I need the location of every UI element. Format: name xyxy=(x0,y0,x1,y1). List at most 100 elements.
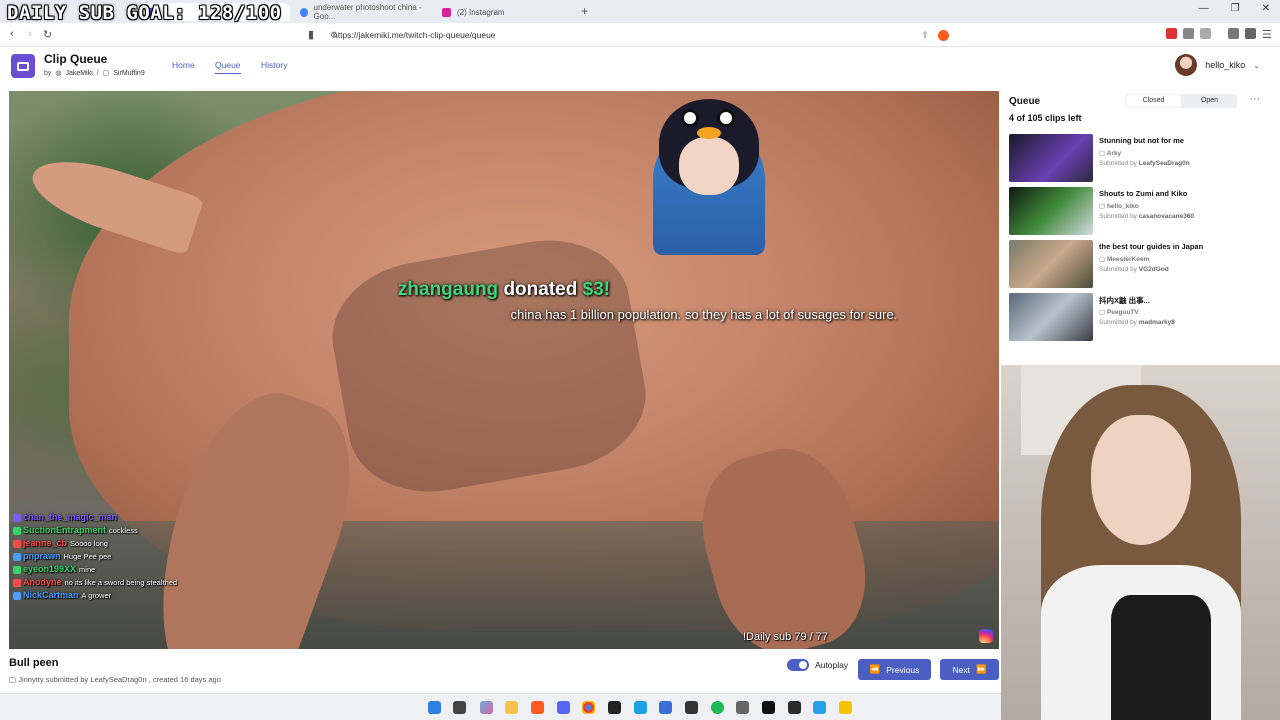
queue-status-toggle[interactable]: Closed Open xyxy=(1125,94,1237,108)
queue-closed-option[interactable]: Closed xyxy=(1126,95,1181,107)
chrome-icon[interactable] xyxy=(582,701,595,714)
queue-item-submitter: Submitted by VG2dGod xyxy=(1099,266,1169,273)
queue-item-channel: ▢ MeesterKeem xyxy=(1099,256,1150,263)
close-window-icon[interactable]: ✕ xyxy=(1262,3,1270,14)
clip-thumbnail xyxy=(1009,240,1093,288)
minimize-icon[interactable]: — xyxy=(1199,3,1209,14)
queue-item[interactable]: Shouts to Zumi and Kiko ▢ hello_kiko Sub… xyxy=(1009,187,1269,235)
queue-item-submitter: Submitted by LeafySeaDrag0n xyxy=(1099,160,1190,167)
app-icon[interactable] xyxy=(813,701,826,714)
daily-sub-counter: !Daily sub 79 / 77 xyxy=(743,631,828,643)
brave-shield-icon[interactable] xyxy=(938,29,949,41)
queue-item-channel: ▢ hello_kiko xyxy=(1099,203,1139,210)
queue-count: 4 of 105 clips left xyxy=(1009,113,1082,123)
user-menu[interactable]: hello_kiko ⌄ xyxy=(1175,54,1260,76)
tab-title: (2) Instagram xyxy=(457,7,505,17)
chat-username: jeanne_cb xyxy=(23,538,68,548)
donated-word: donated xyxy=(503,279,578,300)
discord-icon[interactable] xyxy=(557,701,570,714)
maximize-icon[interactable]: ❐ xyxy=(1231,3,1240,14)
queue-item[interactable]: the best tour guides in Japan ▢ MeesterK… xyxy=(1009,240,1269,288)
media-icon[interactable] xyxy=(1228,28,1239,39)
next-button[interactable]: Next ⏩ xyxy=(940,659,999,680)
app-icon[interactable] xyxy=(685,701,698,714)
extension-icon[interactable] xyxy=(1166,28,1177,39)
tab-instagram[interactable]: (2) Instagram xyxy=(434,3,574,21)
donation-alert-title: zhangaung donated $3! xyxy=(9,279,999,301)
app-logo-icon[interactable] xyxy=(11,54,35,78)
donation-amount: $3! xyxy=(582,279,611,300)
taskbar xyxy=(0,693,1001,720)
app-icon[interactable] xyxy=(736,701,749,714)
more-options-icon[interactable]: ⋯ xyxy=(1250,94,1260,105)
author-link[interactable]: SirMuffin9 xyxy=(113,70,144,77)
chat-badge-icon xyxy=(13,592,21,601)
created-sep: , xyxy=(148,675,151,684)
shirt xyxy=(1111,595,1211,720)
clip-thumbnail xyxy=(1009,293,1093,341)
back-icon[interactable]: ‹ xyxy=(10,28,14,40)
queue-open-option[interactable]: Open xyxy=(1182,94,1237,108)
video-player[interactable]: zhangaung donated $3! china has 1 billio… xyxy=(9,91,999,649)
queue-item[interactable]: Stunning but not for me ▢ Arky Submitted… xyxy=(1009,134,1269,182)
nav-history[interactable]: History xyxy=(261,60,287,73)
app-icon[interactable] xyxy=(659,701,672,714)
queue-item-submitter: Submitted by casanovacane360 xyxy=(1099,213,1195,220)
chat-message: pnprawn Huge Pee pee xyxy=(13,550,163,563)
copilot-icon[interactable] xyxy=(480,701,493,714)
chat-badge-icon xyxy=(13,514,21,523)
tab-title: underwater photoshoot china - Goo... xyxy=(313,3,422,21)
app-header: Clip Queue by ◍ JakeMiki / ▢ SirMuffin9 … xyxy=(0,47,1280,87)
sidebar-icon[interactable] xyxy=(1245,28,1256,39)
chat-message: Anodyne no its like a sword being stealth… xyxy=(13,576,177,589)
chevron-down-icon: ⌄ xyxy=(1253,60,1260,70)
donation-message: china has 1 billion population. so they … xyxy=(510,307,898,322)
twitch-icon: ▢ xyxy=(102,70,110,77)
reload-icon[interactable]: ↻ xyxy=(43,28,52,41)
previous-button[interactable]: ⏪ Previous xyxy=(858,659,931,680)
queue-item[interactable]: 抖内X鼬 出事... ▢ PeeguuTV Submitted by madma… xyxy=(1009,293,1269,341)
chat-username: Anodyne xyxy=(23,577,62,587)
avatar xyxy=(1175,54,1198,76)
obs-icon[interactable] xyxy=(608,701,621,714)
queue-heading: Queue xyxy=(1009,96,1041,107)
chat-username: eyeon199XX xyxy=(23,564,77,574)
menu-icon[interactable]: ☰ xyxy=(1262,28,1272,41)
chat-username: SuctionEntrapment xyxy=(23,525,107,535)
chat-badge-icon xyxy=(13,553,21,562)
windows-start-icon[interactable] xyxy=(428,701,441,714)
chat-text: mine xyxy=(79,565,96,574)
autoplay-control[interactable]: Autoplay xyxy=(787,659,848,671)
app-authors: by ◍ JakeMiki / ▢ SirMuffin9 xyxy=(44,69,145,78)
wallet-icon[interactable] xyxy=(1200,28,1211,39)
new-tab-button[interactable]: + xyxy=(581,4,588,18)
url-field[interactable]: ⚙ https://jakemiki.me/twitch-clip-queue/… xyxy=(305,26,955,44)
terminal-icon[interactable] xyxy=(788,701,801,714)
edge-icon[interactable] xyxy=(634,701,647,714)
address-bar: ‹ › ↻ ▮ ⚙ https://jakemiki.me/twitch-cli… xyxy=(0,23,1280,47)
chat-message: eyeon199XX mine xyxy=(13,563,163,576)
google-icon xyxy=(300,7,308,17)
chat-text: Soooo long xyxy=(70,539,108,548)
tab-google[interactable]: underwater photoshoot china - Goo... xyxy=(292,3,432,21)
author-link[interactable]: JakeMiki xyxy=(66,70,93,77)
nav-queue[interactable]: Queue xyxy=(215,60,241,74)
forward-icon[interactable]: › xyxy=(28,28,32,40)
nav-home[interactable]: Home xyxy=(172,60,195,73)
site-info-icon[interactable]: ⚙ xyxy=(330,30,338,41)
brave-icon[interactable] xyxy=(531,701,544,714)
share-icon[interactable]: ⇪ xyxy=(921,30,929,41)
chat-message: chan_the_magic_man xyxy=(13,511,163,524)
rewind-icon: ⏪ xyxy=(869,664,881,674)
chat-badge-icon xyxy=(13,566,21,575)
app-icon[interactable] xyxy=(839,701,852,714)
clip-channel[interactable]: Jinnytty xyxy=(18,675,43,684)
app-icon[interactable] xyxy=(762,701,775,714)
username: hello_kiko xyxy=(1205,60,1246,70)
task-view-icon[interactable] xyxy=(453,701,466,714)
spotify-icon[interactable] xyxy=(711,701,724,714)
file-explorer-icon[interactable] xyxy=(505,701,518,714)
chat-message: NickCartman A grower xyxy=(13,589,163,602)
extensions-puzzle-icon[interactable] xyxy=(1183,28,1194,39)
autoplay-toggle[interactable] xyxy=(787,659,809,671)
